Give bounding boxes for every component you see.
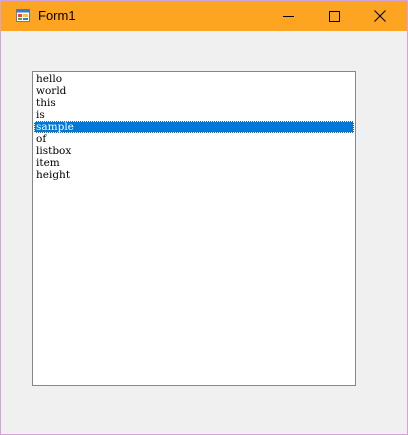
maximize-button[interactable] [311, 1, 357, 31]
list-item-item[interactable]: item [34, 157, 354, 169]
list-item-is[interactable]: is [34, 109, 354, 121]
form1-window: Form1 hello world this is sample of list… [0, 0, 408, 435]
list-item-of[interactable]: of [34, 133, 354, 145]
window-title: Form1 [38, 8, 76, 23]
maximize-icon [328, 10, 340, 22]
minimize-button[interactable] [265, 1, 311, 31]
list-item-sample[interactable]: sample [34, 121, 354, 133]
close-button[interactable] [357, 1, 403, 31]
list-item-this[interactable]: this [34, 97, 354, 109]
close-icon [374, 10, 386, 22]
minimize-icon [282, 15, 294, 17]
app-icon[interactable] [16, 9, 30, 22]
list-item-listbox[interactable]: listbox [34, 145, 354, 157]
title-bar[interactable]: Form1 [1, 1, 407, 31]
listbox[interactable]: hello world this is sample of listbox it… [32, 71, 356, 386]
listbox-items: hello world this is sample of listbox it… [34, 73, 354, 181]
list-item-world[interactable]: world [34, 85, 354, 97]
list-item-hello[interactable]: hello [34, 73, 354, 85]
list-item-height[interactable]: height [34, 169, 354, 181]
